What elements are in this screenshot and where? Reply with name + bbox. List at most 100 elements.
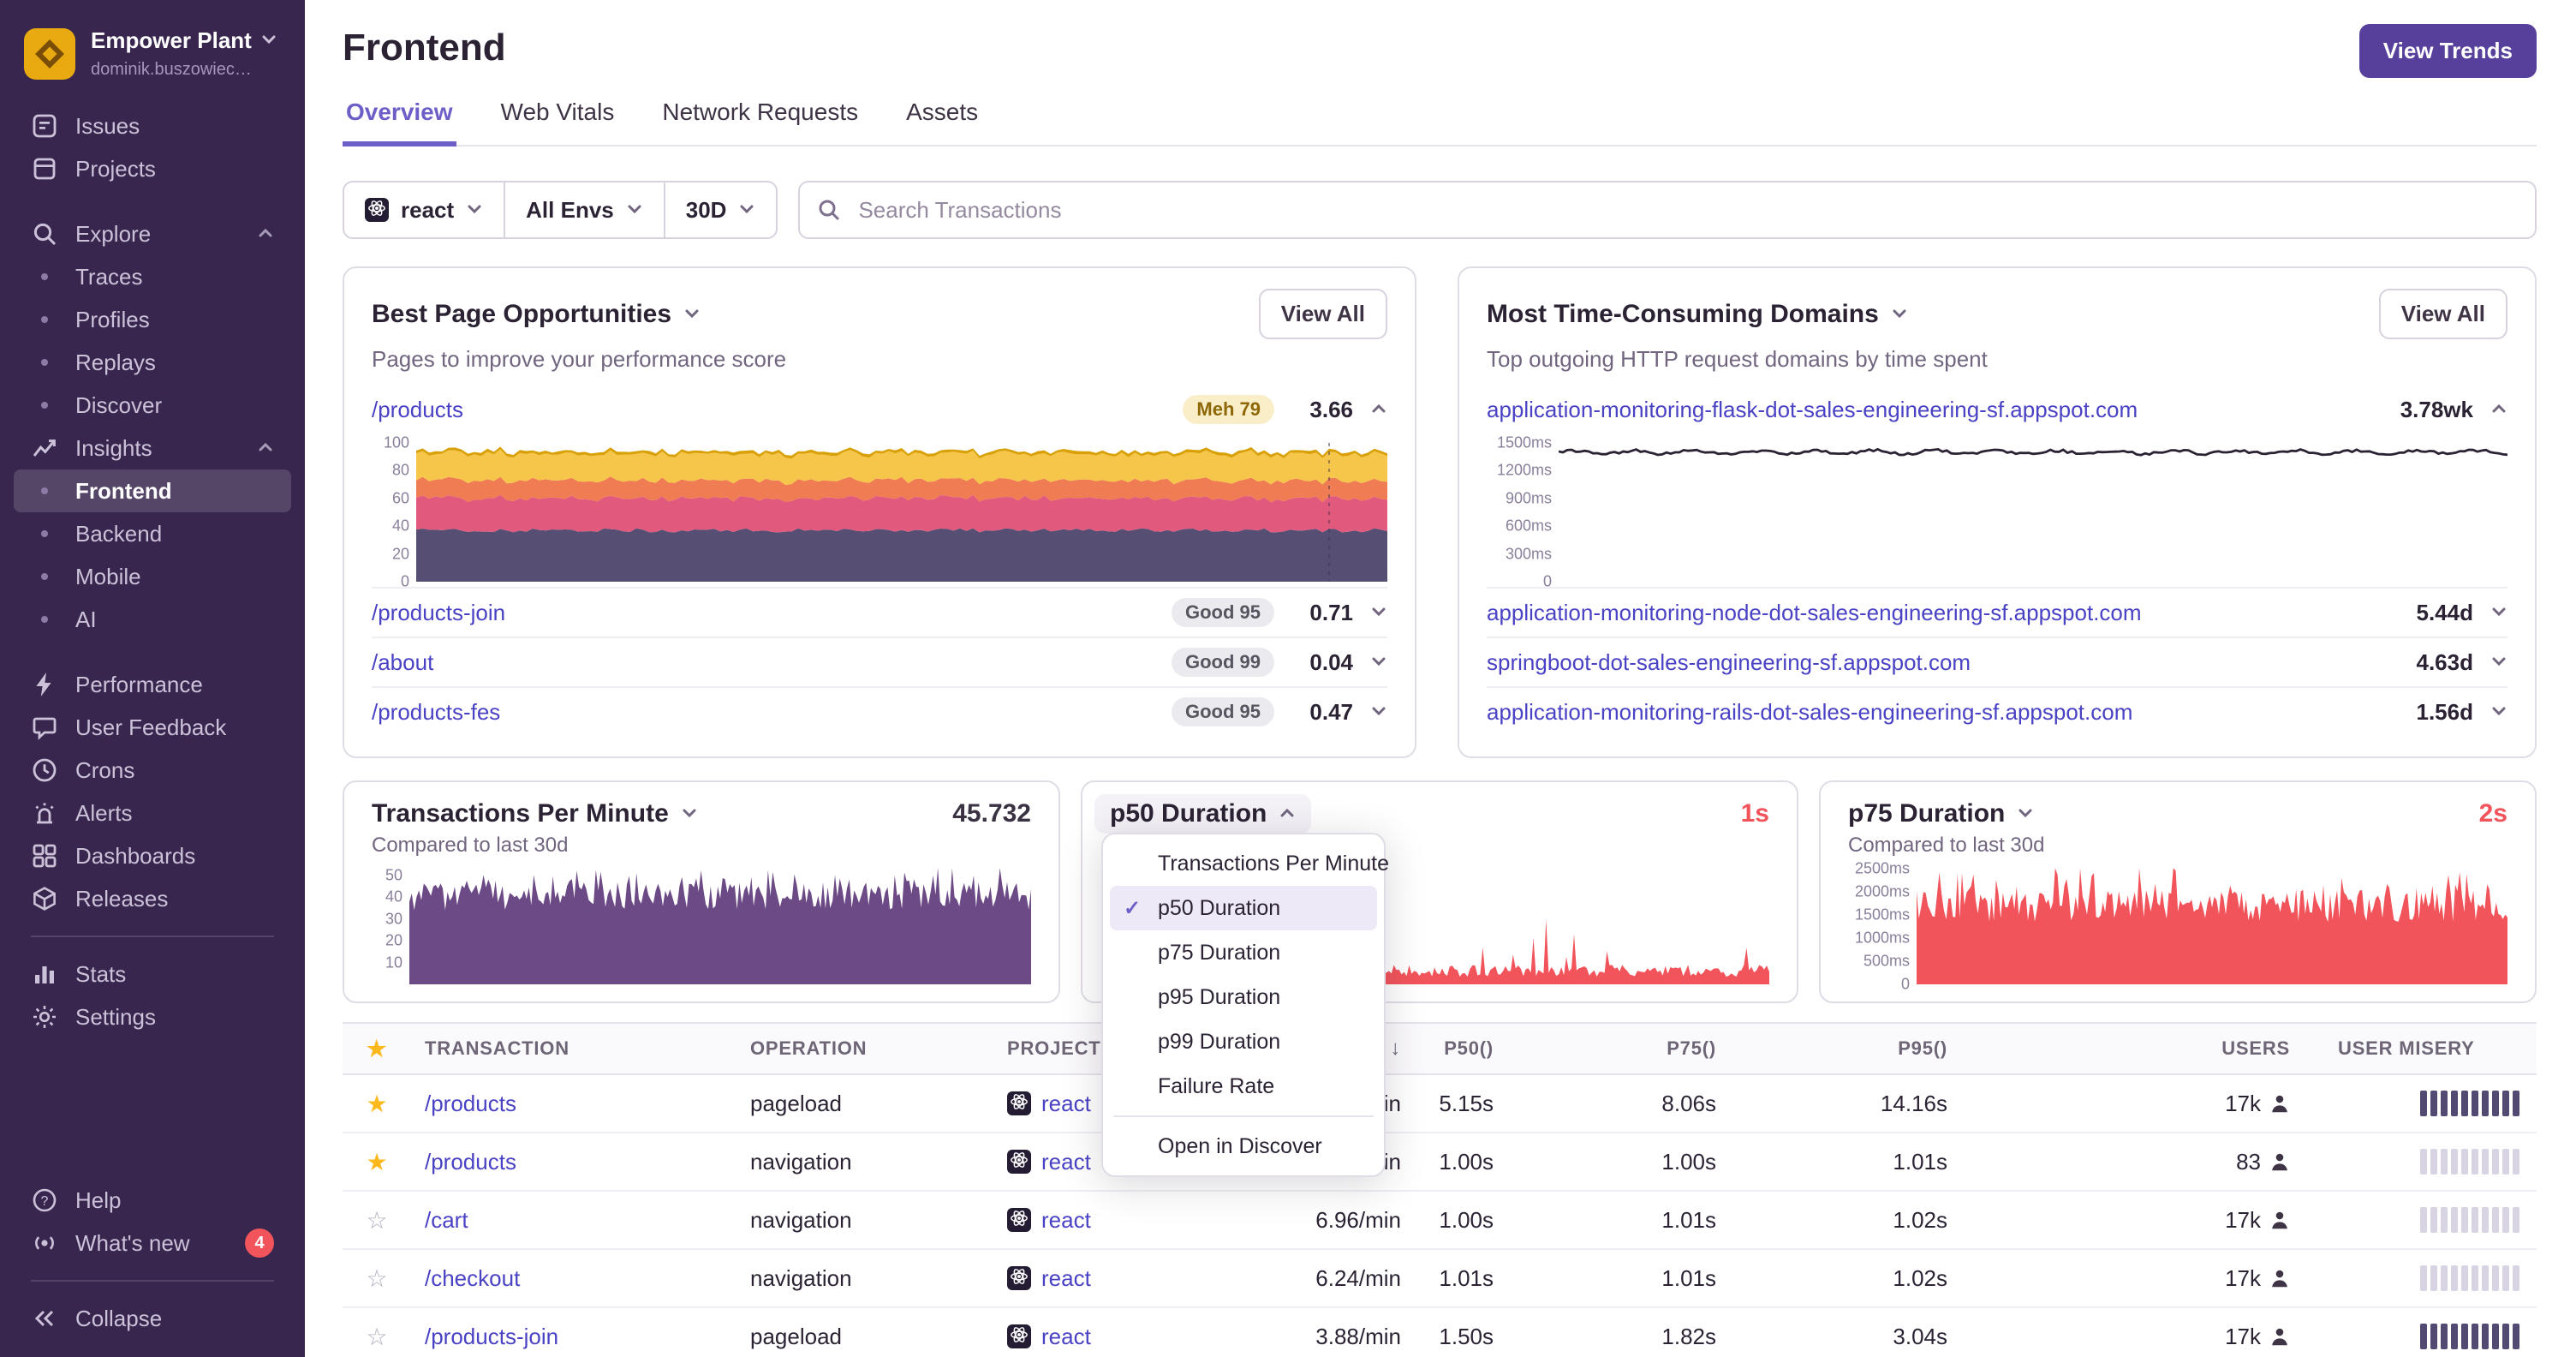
best-page-opportunities-panel: Best Page Opportunities View All Pages t… [343, 266, 1416, 758]
tab-overview[interactable]: Overview [343, 99, 456, 146]
expand-row-icon[interactable] [1370, 699, 1387, 726]
chevron-up-icon [257, 435, 274, 462]
page-link[interactable]: /about [372, 649, 1154, 676]
column-header-transaction[interactable]: TRANSACTION [411, 1022, 736, 1075]
view-all-button[interactable]: View All [2378, 289, 2507, 339]
sidebar-item-traces[interactable]: Traces [14, 255, 291, 298]
metric-selector-menu: Transactions Per Minute ✓ p50 Duration p7… [1101, 833, 1389, 1177]
sidebar-item-ai[interactable]: AI [14, 598, 291, 641]
expand-row-icon[interactable] [2490, 699, 2507, 726]
expand-row-icon[interactable] [2490, 600, 2507, 626]
column-header-operation[interactable]: OPERATION [736, 1022, 993, 1075]
tpm-widget-selector[interactable]: Transactions Per Minute [372, 799, 698, 828]
project-link[interactable]: react [1041, 1207, 1091, 1234]
favorite-star-icon[interactable]: ★ [366, 1091, 387, 1117]
menu-item-failure-rate[interactable]: Failure Rate [1110, 1064, 1377, 1109]
domain-time: 4.63d [2416, 649, 2474, 675]
page-link[interactable]: /products-fes [372, 699, 1154, 726]
favorite-star-icon[interactable]: ☆ [366, 1324, 387, 1350]
favorite-star-icon[interactable]: ★ [366, 1149, 387, 1175]
domain-link[interactable]: application-monitoring-rails-dot-sales-e… [1487, 699, 2394, 726]
clock-icon [31, 756, 58, 784]
domain-link[interactable]: application-monitoring-flask-dot-sales-e… [1487, 397, 2383, 423]
menu-item-p99[interactable]: p99 Duration [1110, 1019, 1377, 1064]
project-link[interactable]: react [1041, 1149, 1091, 1175]
sidebar-item-crons[interactable]: Crons [14, 749, 291, 792]
sidebar-item-stats[interactable]: Stats [14, 953, 291, 995]
sidebar-item-replays[interactable]: Replays [14, 341, 291, 384]
sidebar-footer: ? Help What's new 4 Collapse [0, 1179, 305, 1343]
sidebar-item-mobile[interactable]: Mobile [14, 555, 291, 598]
column-header-users[interactable]: USERS [1961, 1022, 2304, 1075]
org-user: dominik.buszowiec… [91, 60, 252, 79]
p75-widget-selector[interactable]: p75 Duration [1848, 799, 2034, 828]
chevron-down-icon[interactable] [1891, 300, 1908, 329]
column-header-user-misery[interactable]: USER MISERY [2304, 1022, 2537, 1075]
sidebar-collapse-button[interactable]: Collapse [14, 1297, 291, 1340]
sidebar-item-alerts[interactable]: Alerts [14, 792, 291, 834]
view-trends-button[interactable]: View Trends [2358, 24, 2537, 78]
sidebar-item-label: Performance [75, 671, 203, 697]
sidebar-item-user-feedback[interactable]: User Feedback [14, 706, 291, 749]
collapse-row-icon[interactable] [2490, 397, 2507, 423]
menu-item-tpm[interactable]: Transactions Per Minute [1110, 841, 1389, 886]
environment-filter[interactable]: All Envs [504, 182, 664, 237]
transaction-link[interactable]: /products-join [425, 1324, 558, 1349]
favorites-column-header[interactable]: ★ [343, 1022, 411, 1075]
sidebar-item-releases[interactable]: Releases [14, 877, 291, 920]
p50-widget-selector[interactable]: p50 Duration [1094, 794, 1312, 834]
org-switcher[interactable]: Empower Plant dominik.buszowiec… [0, 17, 305, 101]
page-link[interactable]: /products [372, 397, 1166, 423]
domain-link[interactable]: springboot-dot-sales-engineering-sf.apps… [1487, 649, 2394, 676]
transaction-link[interactable]: /checkout [425, 1265, 520, 1291]
project-link[interactable]: react [1041, 1091, 1091, 1117]
column-header-p75[interactable]: P75() [1507, 1022, 1730, 1075]
date-range-filter[interactable]: 30D [663, 182, 777, 237]
tab-network-requests[interactable]: Network Requests [659, 99, 862, 145]
sidebar-item-label: Projects [75, 155, 156, 182]
tab-assets[interactable]: Assets [903, 99, 981, 145]
expand-row-icon[interactable] [1370, 649, 1387, 676]
sidebar-item-profiles[interactable]: Profiles [14, 298, 291, 341]
favorite-star-icon[interactable]: ☆ [366, 1207, 387, 1234]
sidebar-item-explore[interactable]: Explore [14, 212, 291, 255]
sidebar-item-insights[interactable]: Insights [14, 427, 291, 469]
menu-item-p95[interactable]: p95 Duration [1110, 975, 1377, 1019]
domain-link[interactable]: application-monitoring-node-dot-sales-en… [1487, 600, 2394, 626]
sidebar-item-discover[interactable]: Discover [14, 384, 291, 427]
score-badge: Good 95 [1171, 598, 1274, 627]
sidebar-item-issues[interactable]: Issues [14, 105, 291, 147]
sidebar-item-performance[interactable]: Performance [14, 663, 291, 706]
sidebar-item-projects[interactable]: Projects [14, 147, 291, 190]
page-link[interactable]: /products-join [372, 600, 1154, 626]
sidebar-item-help[interactable]: ? Help [14, 1179, 291, 1222]
transaction-link[interactable]: /cart [425, 1207, 468, 1233]
bullet-icon [31, 563, 58, 590]
sidebar-item-backend[interactable]: Backend [14, 512, 291, 555]
chevron-down-icon[interactable] [683, 300, 701, 329]
sidebar-item-frontend[interactable]: Frontend [14, 469, 291, 512]
project-filter[interactable]: react [344, 182, 504, 237]
transaction-link[interactable]: /products [425, 1091, 516, 1116]
tab-web-vitals[interactable]: Web Vitals [498, 99, 618, 145]
search-input[interactable] [798, 181, 2537, 239]
sidebar-item-label: Profiles [75, 306, 150, 332]
p75-cell: 8.06s [1507, 1074, 1730, 1133]
sidebar-item-settings[interactable]: Settings [14, 995, 291, 1038]
sidebar-item-whats-new[interactable]: What's new 4 [14, 1222, 291, 1264]
project-link[interactable]: react [1041, 1265, 1091, 1292]
view-all-button[interactable]: View All [1258, 289, 1387, 339]
transaction-link[interactable]: /products [425, 1149, 516, 1175]
project-link[interactable]: react [1041, 1324, 1091, 1350]
menu-item-p75[interactable]: p75 Duration [1110, 930, 1377, 975]
expand-row-icon[interactable] [2490, 649, 2507, 676]
menu-item-open-in-discover[interactable]: Open in Discover [1110, 1124, 1377, 1169]
favorite-star-icon[interactable]: ☆ [366, 1265, 387, 1292]
collapse-row-icon[interactable] [1370, 397, 1387, 423]
menu-item-p50[interactable]: ✓ p50 Duration [1110, 886, 1377, 930]
sidebar-item-dashboards[interactable]: Dashboards [14, 834, 291, 877]
table-row: ★ /products pageload react /min 5.15s 8.… [343, 1074, 2537, 1133]
column-header-p50[interactable]: P50() [1404, 1022, 1507, 1075]
column-header-p95[interactable]: P95() [1730, 1022, 1961, 1075]
expand-row-icon[interactable] [1370, 600, 1387, 626]
